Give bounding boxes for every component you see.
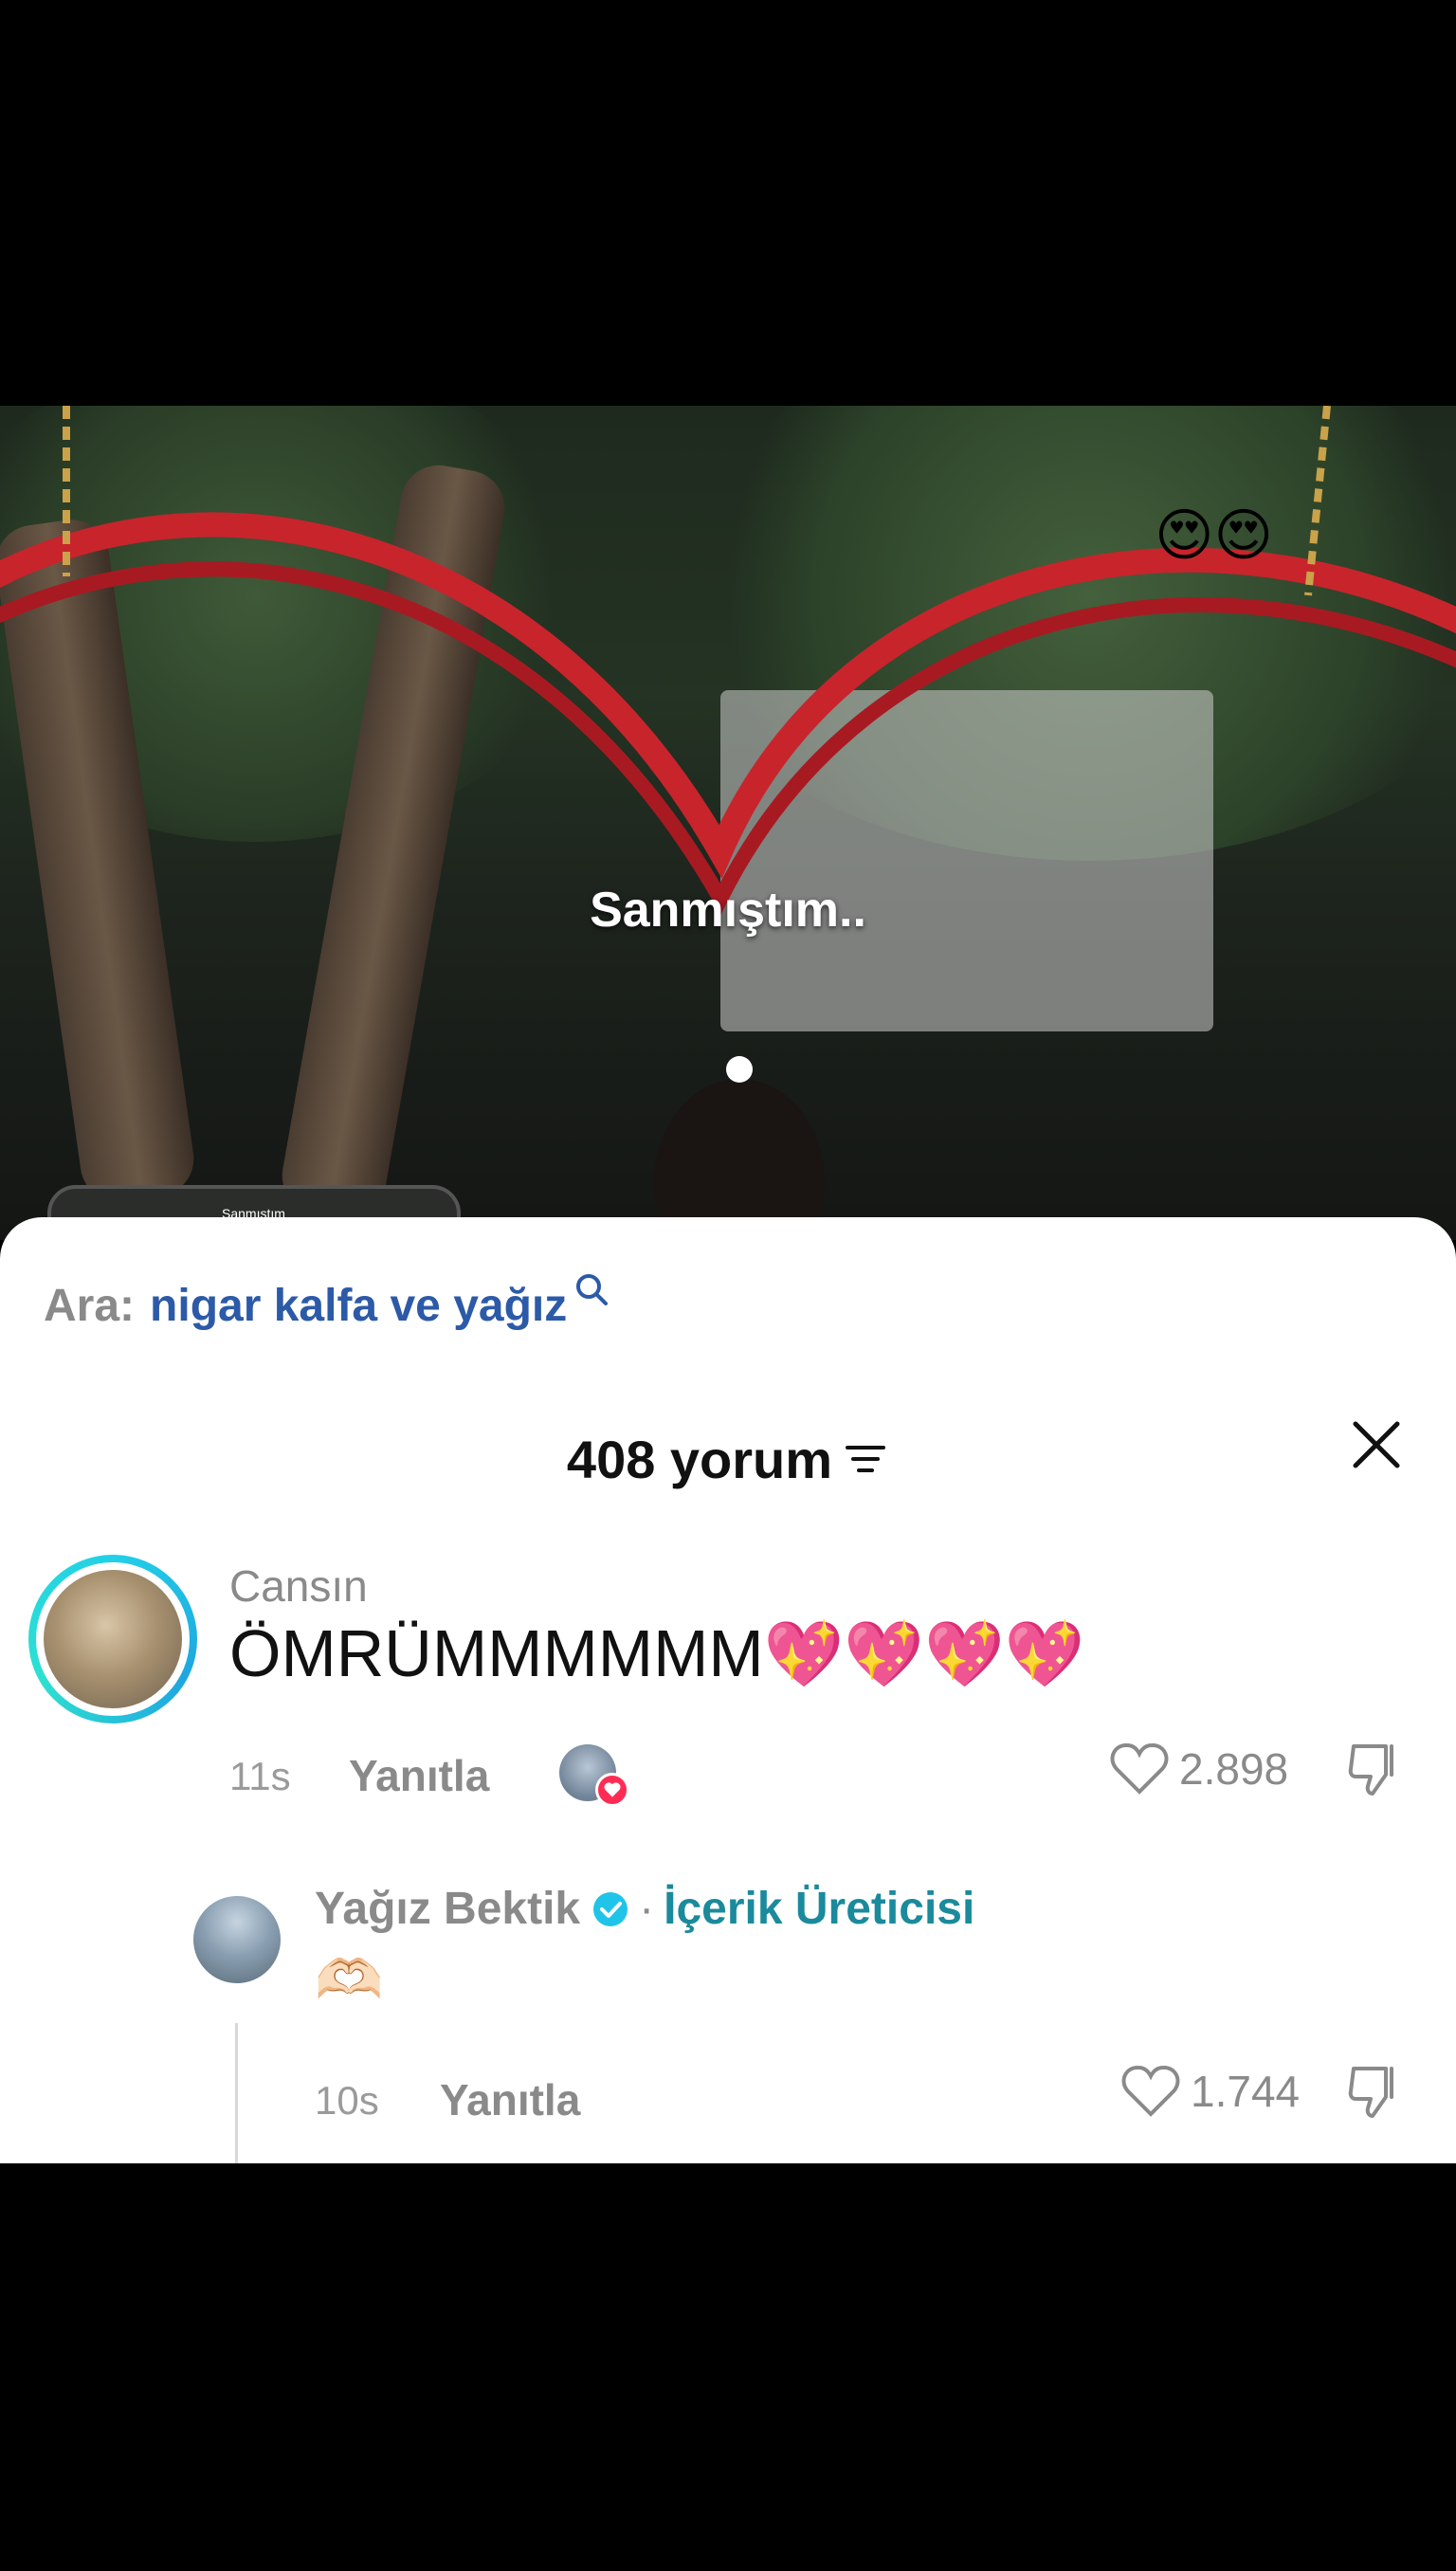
reply-button[interactable]: Yanıtla <box>349 1750 489 1801</box>
comment-text: ÖMRÜMMMMMM💖💖💖💖 <box>229 1615 1084 1692</box>
thread-line <box>235 2023 238 2163</box>
reply-author[interactable]: Yağız Bektik <box>315 1883 580 1935</box>
comment-emoji: 💖💖💖💖 <box>763 1617 1085 1692</box>
screen: 😍😍 Sanmıştım.. Sanmıştım Ara: nigar kalf… <box>0 0 1456 2571</box>
comments-header: 408 yorum <box>0 1416 1456 1502</box>
reply-button[interactable]: Yanıtla <box>440 2074 580 2125</box>
reply-text: 🫶🏻 <box>315 1947 384 2012</box>
close-icon[interactable] <box>1348 1416 1405 1473</box>
reply-like-button[interactable]: 1.744 <box>1120 2063 1300 2120</box>
comment-author[interactable]: Cansın <box>229 1560 368 1612</box>
reply-like-count: 1.744 <box>1191 2067 1301 2116</box>
comment-body: ÖMRÜMMMMMM <box>229 1616 764 1690</box>
comments-sheet: Ara: nigar kalfa ve yağız 408 yorum Cans… <box>0 1217 1456 2163</box>
dislike-icon[interactable] <box>1344 2061 1405 2122</box>
creator-liked-avatar <box>559 1744 629 1807</box>
creator-role-label: İçerik Üreticisi <box>664 1884 975 1934</box>
search-prefix: Ara: <box>44 1281 136 1331</box>
creator-avatar[interactable] <box>193 1896 281 1983</box>
dislike-icon[interactable] <box>1344 1739 1405 1799</box>
commenter-avatar[interactable] <box>28 1555 197 1723</box>
verified-badge-icon <box>593 1891 628 1926</box>
heart-badge-icon <box>595 1773 629 1807</box>
comment-time: 11s <box>229 1754 291 1798</box>
video-player[interactable]: 😍😍 Sanmıştım.. Sanmıştım <box>0 406 1456 1240</box>
search-icon <box>576 1274 609 1305</box>
search-suggestion[interactable]: Ara: nigar kalfa ve yağız <box>44 1274 610 1332</box>
separator-dot: · <box>639 1884 655 1934</box>
emoji-sticker: 😍😍 <box>1155 502 1274 569</box>
comment-count: 408 yorum <box>566 1429 833 1489</box>
heart-outline-icon <box>1110 1743 1169 1795</box>
sort-filter-icon[interactable] <box>842 1440 889 1478</box>
reply-author-line: Yağız Bektik · İçerik Üreticisi <box>315 1883 974 1935</box>
like-count: 2.898 <box>1179 1744 1289 1794</box>
reply-time: 10s <box>315 2078 379 2123</box>
like-button[interactable]: 2.898 <box>1109 1741 1288 1797</box>
video-caption: Sanmıştım.. <box>590 883 866 938</box>
heart-outline-icon <box>1121 2066 1180 2117</box>
search-term-link[interactable]: nigar kalfa ve yağız <box>150 1280 567 1332</box>
